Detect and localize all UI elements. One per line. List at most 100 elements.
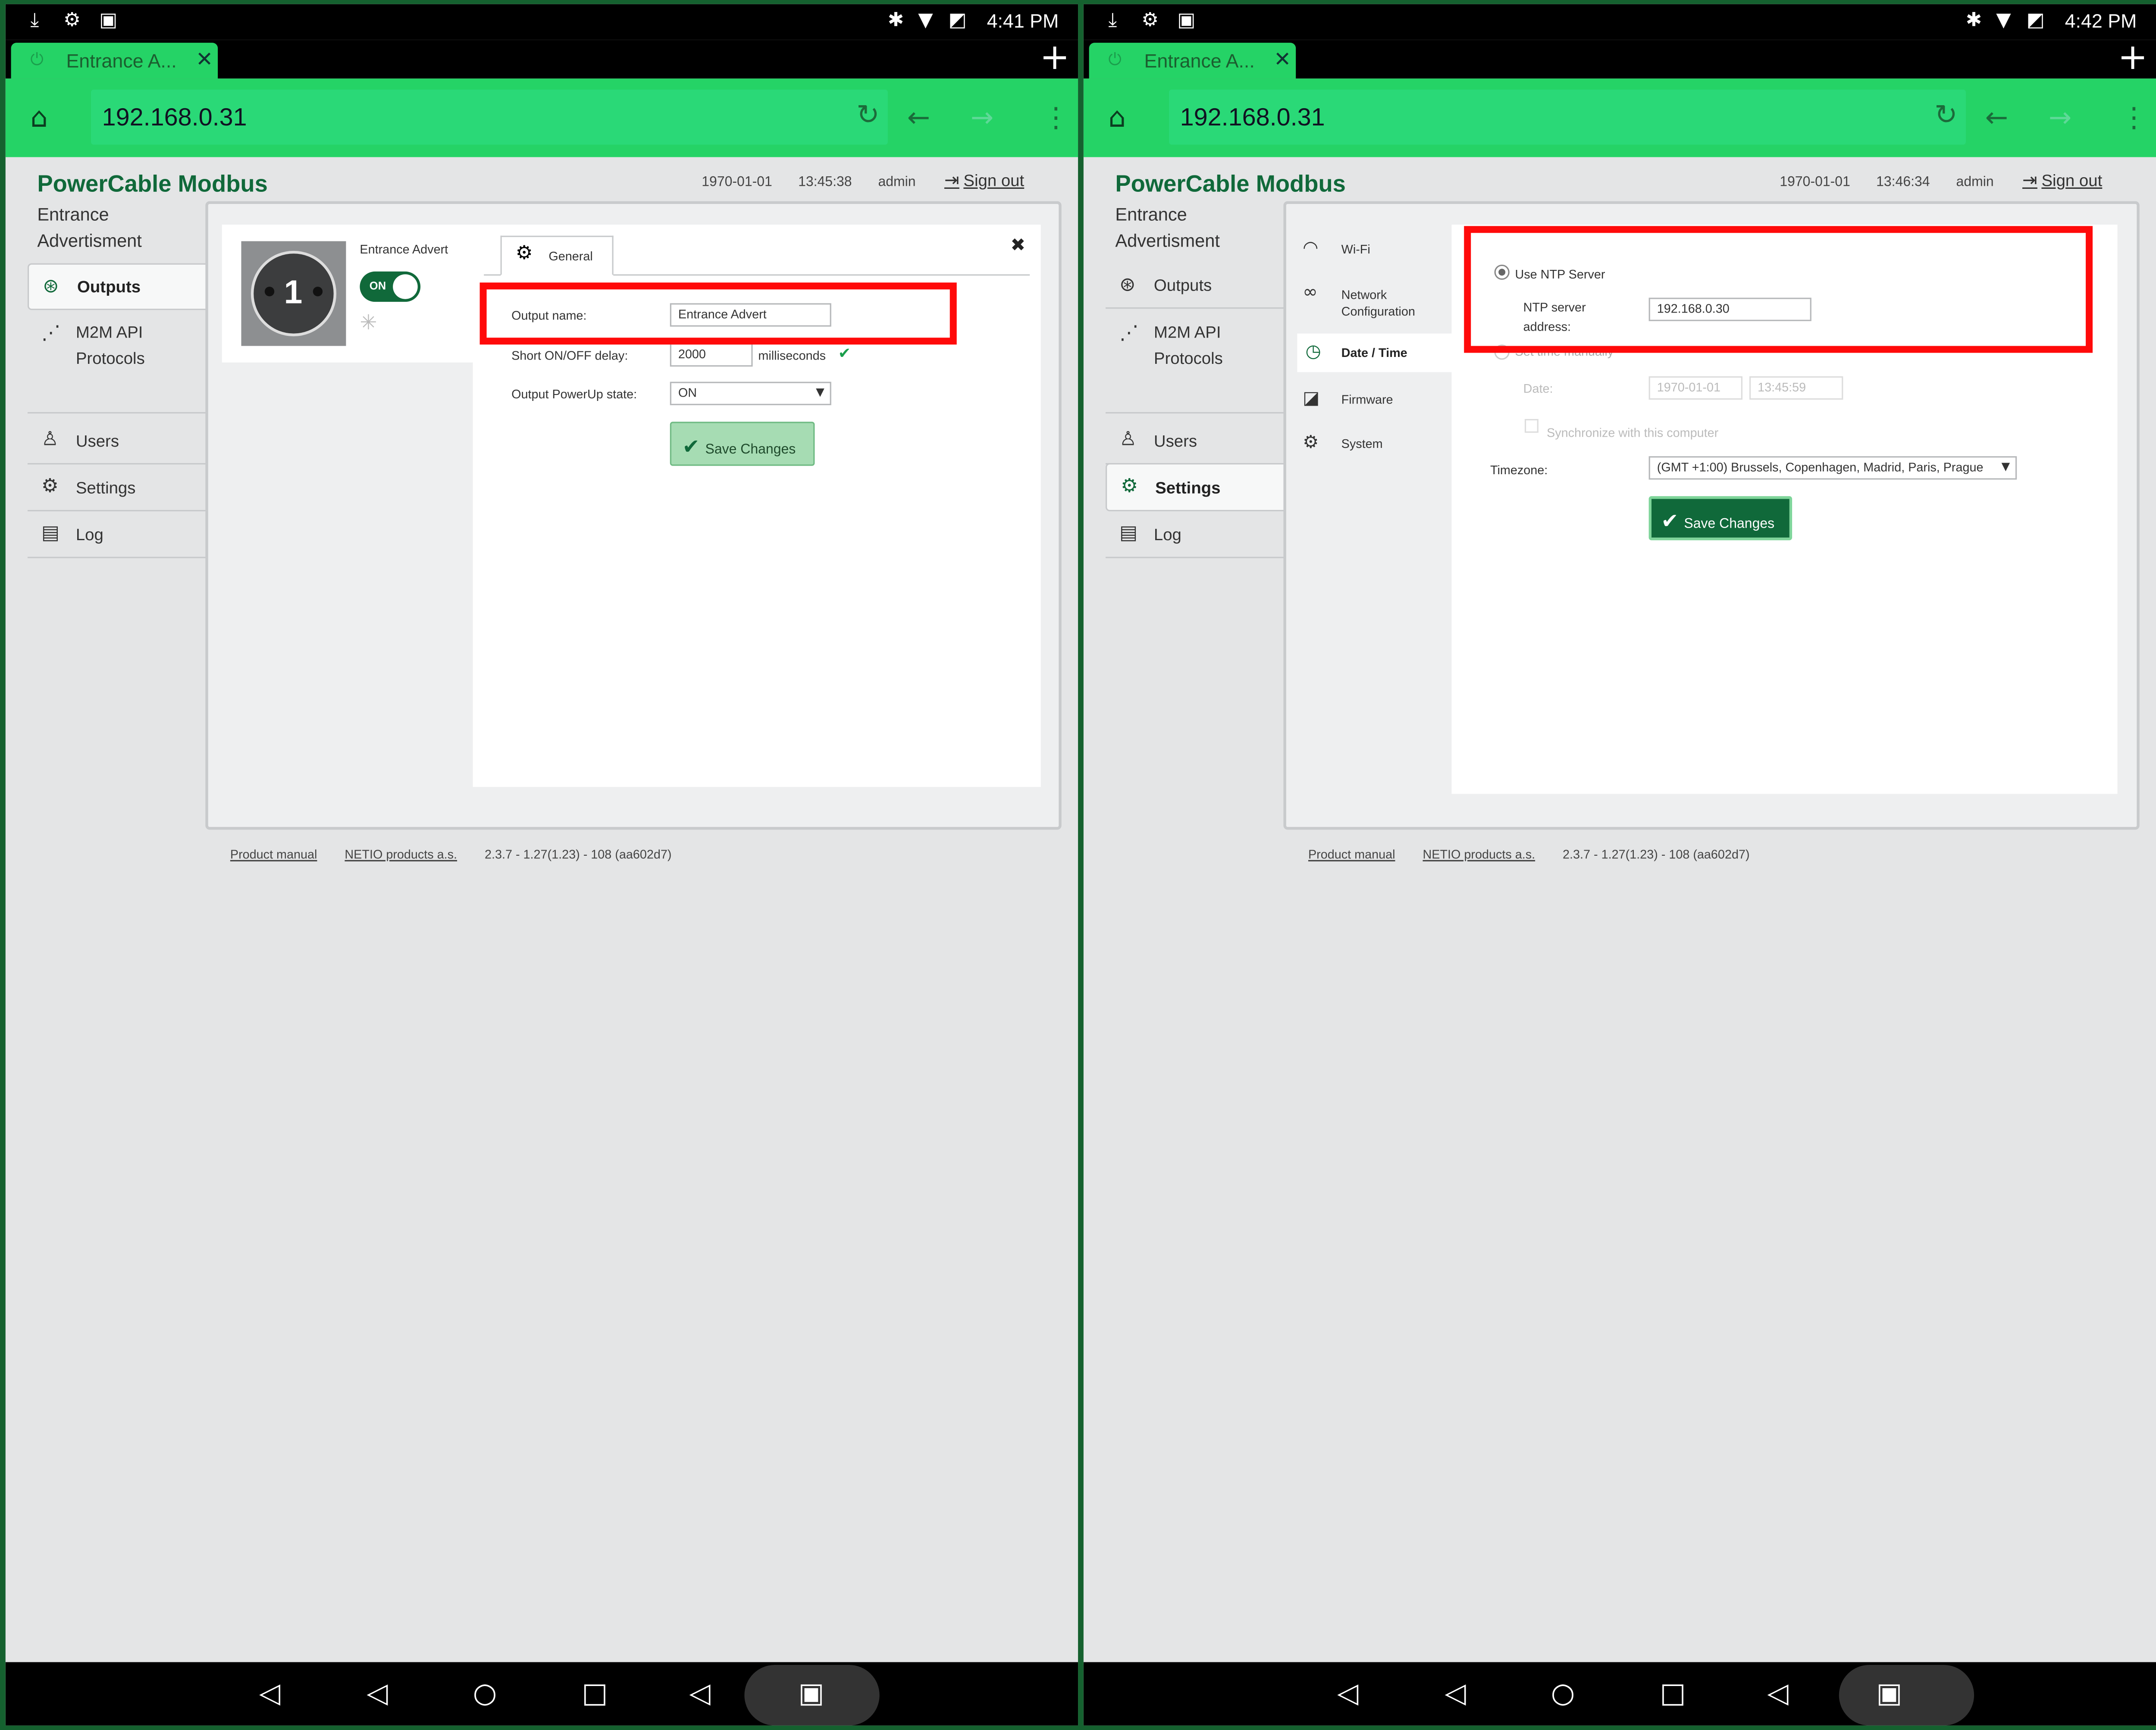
check-icon: ✔: [838, 344, 851, 363]
sign-out-link[interactable]: ⇥ Sign out: [944, 171, 1024, 191]
delay-field[interactable]: 2000: [670, 343, 753, 367]
power-icon: ⏻: [1108, 50, 1122, 69]
check-icon: ✔: [1661, 508, 1679, 534]
sidebar-item-users[interactable]: ♙ Users: [1105, 418, 1285, 465]
status-time: 4:42 PM: [2065, 9, 2137, 32]
forward-icon[interactable]: →: [2049, 100, 2072, 134]
output-toggle[interactable]: ON: [360, 271, 421, 302]
back-icon[interactable]: ←: [907, 100, 931, 134]
product-manual-link[interactable]: Product manual: [1308, 848, 1395, 861]
volume-down-icon[interactable]: ◁: [259, 1676, 280, 1709]
back-nav-icon[interactable]: ◁: [367, 1676, 388, 1709]
home-nav-icon[interactable]: ○: [1551, 1676, 1575, 1709]
version-text: 2.3.7 - 1.27(1.23) - 108 (aa602d7): [1563, 848, 1750, 862]
toggle-label: ON: [369, 279, 386, 292]
output-number: 1: [284, 274, 303, 312]
menu-icon[interactable]: ⋮: [1042, 100, 1070, 134]
sidebar-item-settings[interactable]: ⚙ Settings: [1105, 463, 1286, 512]
volume-up-icon[interactable]: ◁: [1767, 1676, 1789, 1709]
timezone-select[interactable]: (GMT +1:00) Brussels, Copenhagen, Madrid…: [1648, 456, 2017, 480]
product-manual-link[interactable]: Product manual: [230, 848, 317, 861]
back-nav-icon[interactable]: ◁: [1445, 1676, 1466, 1709]
submenu-network[interactable]: ∞ Network Configuration: [1303, 282, 1415, 318]
highlight-box: [479, 282, 957, 345]
gear-icon: ⚙: [1141, 9, 1159, 32]
outputs-icon: ⊛: [43, 275, 59, 298]
submenu-label: Date / Time: [1341, 346, 1407, 360]
sidebar-item-m2m[interactable]: ⋰ M2M API Protocols: [1105, 310, 1285, 414]
reload-icon[interactable]: ↻: [1934, 98, 1958, 131]
save-label: Save Changes: [1684, 516, 1775, 532]
volume-up-icon[interactable]: ◁: [689, 1676, 711, 1709]
new-tab-icon[interactable]: +: [2118, 37, 2148, 78]
sidebar-item-label: Users: [75, 431, 119, 451]
socket-icon: 1: [251, 250, 337, 337]
gear-icon: ⚙: [515, 242, 533, 265]
sign-out-label: Sign out: [2041, 171, 2103, 191]
home-icon[interactable]: ⌂: [30, 100, 48, 134]
sidebar-item-outputs[interactable]: ⊛ Outputs: [27, 263, 208, 310]
reload-icon[interactable]: ↻: [856, 98, 880, 131]
save-changes-button[interactable]: ✔ Save Changes: [670, 422, 815, 466]
gear-icon: ⚙: [1121, 475, 1138, 498]
gear-icon: ⚙: [41, 475, 59, 498]
save-changes-button[interactable]: ✔ Save Changes: [1648, 496, 1792, 541]
company-link[interactable]: NETIO products a.s.: [345, 848, 457, 861]
sync-checkbox[interactable]: [1524, 419, 1539, 433]
date-field[interactable]: 1970-01-01: [1648, 376, 1743, 400]
device-name: Entrance Advertisment: [37, 204, 142, 251]
back-icon[interactable]: ←: [1985, 100, 2009, 134]
camera-icon[interactable]: ▣: [798, 1676, 824, 1709]
loading-spinner-icon: ✳: [360, 310, 377, 335]
new-tab-icon[interactable]: +: [1040, 37, 1070, 78]
submenu-datetime[interactable]: ◷ Date / Time: [1297, 333, 1452, 372]
camera-icon[interactable]: ▣: [1876, 1676, 1902, 1709]
timezone-label: Timezone:: [1490, 463, 1548, 477]
sign-out-link[interactable]: ⇥ Sign out: [2022, 171, 2102, 191]
submenu-wifi[interactable]: ◠ Wi-Fi: [1303, 238, 1370, 259]
browser-toolbar: ⌂ 192.168.0.31 ↻ ← → ⋮: [1083, 78, 2156, 157]
sidebar-item-label: Outputs: [1153, 275, 1212, 295]
close-tab-icon[interactable]: ✕: [1274, 47, 1291, 72]
submenu-system[interactable]: ⚙ System: [1303, 433, 1382, 454]
sidebar-item-log[interactable]: ▤ Log: [27, 511, 207, 558]
sidebar-item-users[interactable]: ♙ Users: [27, 418, 207, 465]
browser-tab[interactable]: ⏻ Entrance A... ✕: [1089, 43, 1296, 79]
m2m-icon: ⋰: [41, 322, 61, 345]
sidebar-item-m2m[interactable]: ⋰ M2M API Protocols: [27, 310, 207, 414]
right-screenshot: ⤓ ⚙ ▣ ✱ ▼ ◩ 4:42 PM ⏻ Entrance A... ✕ + …: [1083, 4, 2156, 1726]
sidebar-item-settings[interactable]: ⚙ Settings: [27, 464, 207, 512]
android-nav-bar: ◁ ◁ ○ □ ◁ ▣: [1083, 1662, 2156, 1726]
close-icon[interactable]: ✖: [1010, 236, 1025, 257]
sidebar-item-outputs[interactable]: ⊛ Outputs: [1105, 263, 1285, 309]
company-link[interactable]: NETIO products a.s.: [1423, 848, 1535, 861]
clock-icon: ◷: [1305, 341, 1321, 363]
url-field[interactable]: 192.168.0.31 ↻: [91, 89, 888, 145]
log-icon: ▤: [41, 522, 60, 544]
highlight-box: [1464, 226, 2093, 353]
header-date: 1970-01-01: [1780, 175, 1850, 191]
submenu-firmware[interactable]: ◪ Firmware: [1303, 389, 1393, 410]
tab-general[interactable]: ⚙ General: [500, 235, 614, 276]
tab-title: Entrance A...: [1144, 50, 1255, 72]
menu-icon[interactable]: ⋮: [2120, 100, 2148, 134]
close-tab-icon[interactable]: ✕: [196, 47, 213, 72]
submenu-label: System: [1341, 437, 1383, 451]
user-icon: ♙: [1119, 429, 1137, 451]
screenshot-button[interactable]: [1839, 1664, 1974, 1726]
sidebar-item-log[interactable]: ▤ Log: [1105, 511, 1285, 558]
header-user: admin: [1956, 175, 1994, 191]
recents-nav-icon[interactable]: □: [582, 1676, 608, 1709]
sidebar-item-label: Users: [1153, 431, 1197, 451]
bluetooth-icon: ✱: [1965, 9, 1982, 32]
url-field[interactable]: 192.168.0.31 ↻: [1169, 89, 1966, 145]
forward-icon[interactable]: →: [971, 100, 994, 134]
dropdown-arrow-icon: ▼: [2001, 460, 2010, 473]
time-field[interactable]: 13:45:59: [1749, 376, 1843, 400]
home-nav-icon[interactable]: ○: [473, 1676, 497, 1709]
browser-tab[interactable]: ⏻ Entrance A... ✕: [11, 43, 218, 79]
powerup-select[interactable]: ON ▼: [670, 382, 831, 405]
volume-down-icon[interactable]: ◁: [1337, 1676, 1358, 1709]
recents-nav-icon[interactable]: □: [1660, 1676, 1686, 1709]
home-icon[interactable]: ⌂: [1108, 100, 1126, 134]
